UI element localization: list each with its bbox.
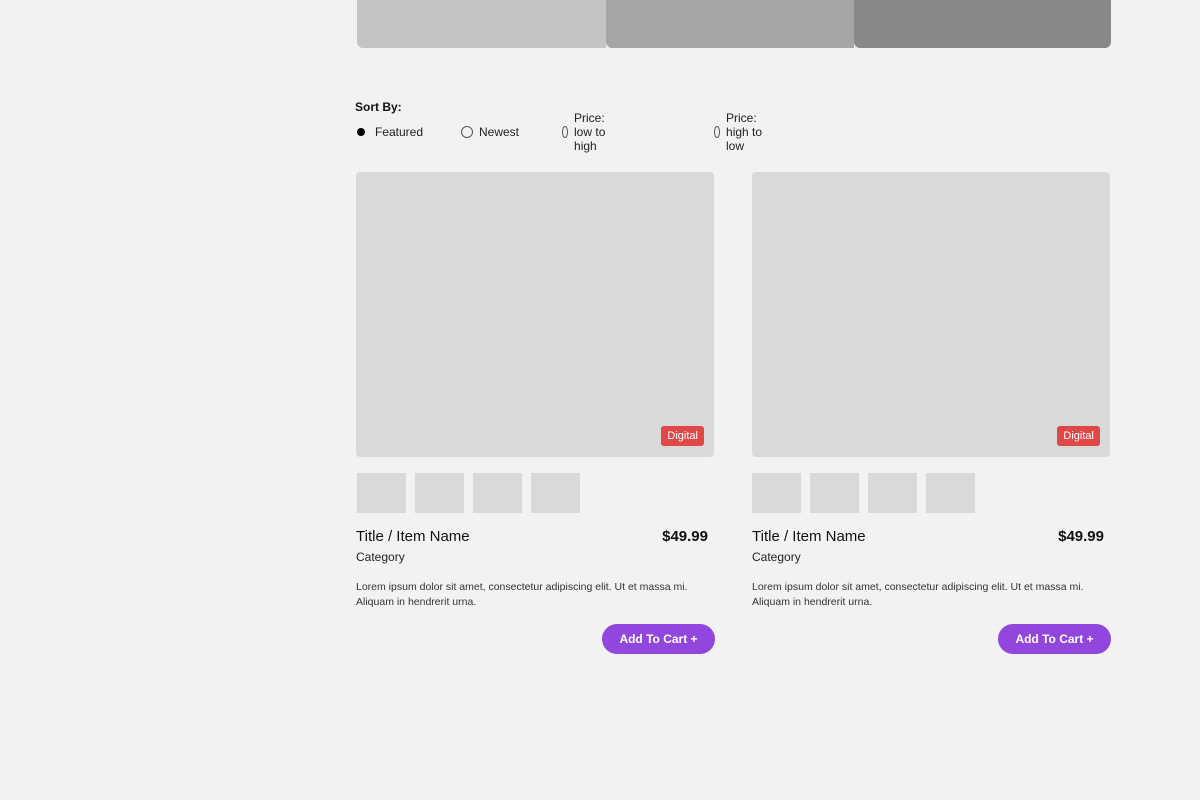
sort-option-label: Featured [375, 125, 424, 139]
product-category: Category [752, 550, 801, 564]
banner-segment [854, 0, 1111, 48]
thumbnail[interactable] [752, 473, 801, 513]
sort-option-featured[interactable]: Featured [355, 123, 423, 141]
thumbnail[interactable] [415, 473, 464, 513]
radio-icon[interactable] [562, 126, 569, 138]
add-to-cart-button[interactable]: Add To Cart + [602, 624, 715, 654]
sort-option-price-low-high[interactable]: Price: low to high [562, 111, 611, 153]
sort-option-label: Price: low to high [574, 111, 606, 153]
radio-selected-icon[interactable] [357, 128, 365, 136]
thumbnail-strip [752, 473, 975, 513]
product-card: Digital Title / Item Name $49.99 Categor… [356, 172, 715, 662]
product-image[interactable] [752, 172, 1110, 457]
sort-option-label: Price: high to low [726, 111, 763, 153]
thumbnail[interactable] [531, 473, 580, 513]
product-description: Lorem ipsum dolor sit amet, consectetur … [356, 581, 688, 608]
product-price: $49.99 [662, 528, 708, 545]
radio-icon[interactable] [461, 126, 473, 138]
product-badge: Digital [661, 426, 704, 446]
radio-icon[interactable] [714, 126, 721, 138]
product-title[interactable]: Title / Item Name [752, 528, 866, 545]
thumbnail-strip [357, 473, 580, 513]
product-title[interactable]: Title / Item Name [356, 528, 470, 545]
banner-segment [357, 0, 606, 48]
product-price: $49.99 [1058, 528, 1104, 545]
thumbnail[interactable] [868, 473, 917, 513]
page: Sort By: Featured Newest Price: low to h… [0, 0, 1200, 800]
product-category: Category [356, 550, 405, 564]
hero-banner [357, 0, 1111, 48]
sort-title: Sort By: [355, 100, 402, 114]
thumbnail[interactable] [810, 473, 859, 513]
product-image[interactable] [356, 172, 714, 457]
product-description: Lorem ipsum dolor sit amet, consectetur … [752, 581, 1084, 608]
banner-segment [606, 0, 854, 48]
sort-option-newest[interactable]: Newest [461, 123, 519, 141]
product-badge: Digital [1057, 426, 1100, 446]
product-card: Digital Title / Item Name $49.99 Categor… [752, 172, 1111, 662]
thumbnail[interactable] [926, 473, 975, 513]
sort-option-label: Newest [479, 125, 520, 139]
add-to-cart-button[interactable]: Add To Cart + [998, 624, 1111, 654]
thumbnail[interactable] [357, 473, 406, 513]
thumbnail[interactable] [473, 473, 522, 513]
sort-option-price-high-low[interactable]: Price: high to low [714, 111, 763, 153]
